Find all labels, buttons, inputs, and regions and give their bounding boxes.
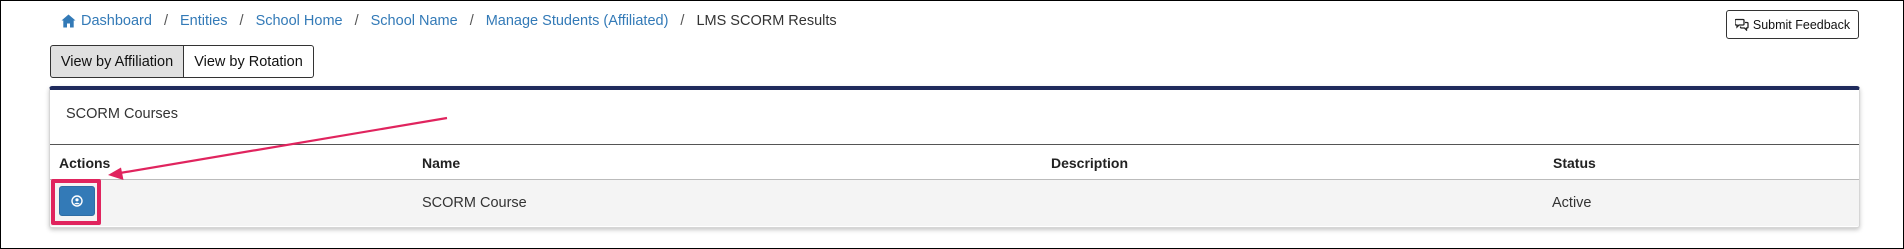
view-by-affiliation-button[interactable]: View by Affiliation xyxy=(50,45,184,78)
view-results-button[interactable] xyxy=(59,186,95,216)
column-header-actions: Actions xyxy=(59,155,111,171)
view-by-rotation-button[interactable]: View by Rotation xyxy=(184,45,314,78)
breadcrumb-separator: / xyxy=(163,13,168,29)
table-header: Actions Name Description Status xyxy=(50,144,1859,180)
breadcrumb-manage-students[interactable]: Manage Students (Affiliated) xyxy=(486,13,669,29)
breadcrumb-school-home[interactable]: School Home xyxy=(256,13,343,29)
table-row: SCORM Course Active xyxy=(50,180,1859,226)
panel-title: SCORM Courses xyxy=(66,106,178,122)
column-header-description[interactable]: Description xyxy=(1051,155,1128,171)
breadcrumb-separator: / xyxy=(239,13,244,29)
breadcrumb-separator: / xyxy=(469,13,474,29)
view-toggle-group: View by Affiliation View by Rotation xyxy=(50,45,314,78)
scorm-courses-panel: SCORM Courses Actions Name Description S… xyxy=(49,86,1860,228)
column-header-status[interactable]: Status xyxy=(1553,155,1596,171)
breadcrumb-dashboard[interactable]: Dashboard xyxy=(81,13,152,29)
breadcrumb: Dashboard / Entities / School Home / Sch… xyxy=(61,12,837,30)
home-icon[interactable] xyxy=(61,14,76,28)
column-header-name[interactable]: Name xyxy=(422,155,460,171)
breadcrumb-separator: / xyxy=(354,13,359,29)
user-circle-icon xyxy=(71,195,83,207)
submit-feedback-label: Submit Feedback xyxy=(1752,17,1851,32)
row-status: Active xyxy=(1552,195,1592,211)
breadcrumb-separator: / xyxy=(680,13,685,29)
breadcrumb-current: LMS SCORM Results xyxy=(696,13,837,29)
submit-feedback-button[interactable]: Submit Feedback xyxy=(1726,10,1859,39)
breadcrumb-entities[interactable]: Entities xyxy=(180,13,228,29)
chat-bubbles-icon xyxy=(1734,18,1749,31)
row-name: SCORM Course xyxy=(422,195,527,211)
breadcrumb-school-name[interactable]: School Name xyxy=(371,13,458,29)
